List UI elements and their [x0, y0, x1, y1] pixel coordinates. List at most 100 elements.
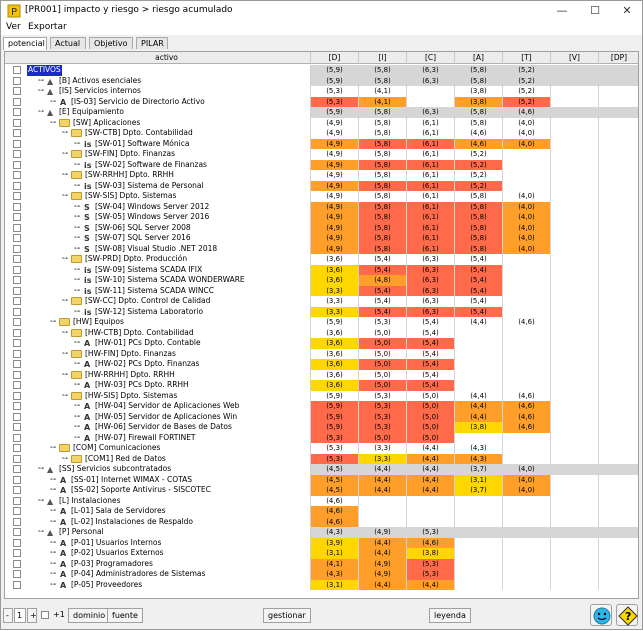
tree-cell[interactable]: ⊶ [SW-PRD] Dpto. Producción	[23, 254, 311, 265]
tree-cell[interactable]: ⊶ A [HW-01] PCs Dpto. Contable	[23, 338, 311, 349]
gestionar-button[interactable]: gestionar	[263, 608, 311, 623]
tree-cell[interactable]: ⊶ ▲ [P] Personal	[23, 527, 311, 538]
table-row[interactable]: ⊶ A [HW-02] PCs Dpto. Finanzas (3,6) (5,0) (5…	[5, 359, 638, 370]
tree-cell[interactable]: ⊶ [HW] Equipos	[23, 317, 311, 328]
row-checkbox[interactable]	[13, 276, 21, 284]
tree-cell[interactable]: ⊶ A [L-01] Sala de Servidores	[23, 506, 311, 517]
tree-connector-icon[interactable]: ⊶	[50, 98, 56, 105]
tree-item-label[interactable]: [SS-02] Soporte Antivirus - SISCOTEC	[71, 485, 211, 496]
tree-connector-icon[interactable]: ⊶	[74, 403, 80, 409]
tree-cell[interactable]: ⊶ is [SW-02] Software de Finanzas	[23, 159, 311, 170]
row-checkbox[interactable]	[13, 570, 21, 578]
table-row[interactable]: ⊶ [HW-CTB] Dpto. Contabilidad (3,6) (5,0) (5…	[5, 327, 638, 338]
table-row[interactable]: ⊶ [SW-FIN] Dpto. Finanzas (4,9) (5,8) (6,1)(…	[5, 149, 638, 160]
tree-connector-icon[interactable]: ⊶	[50, 319, 56, 325]
tree-item-label[interactable]: [SW] Aplicaciones	[73, 118, 140, 129]
table-row[interactable]: ⊶ is [SW-11] Sistema SCADA WINCC (3,3) (5,4)…	[5, 285, 638, 296]
tree-connector-icon[interactable]: ⊶	[74, 277, 80, 283]
table-row[interactable]: ⊶ is [SW-01] Software Mónica (4,9) (5,8) (6,1…	[5, 138, 638, 149]
tree-connector-icon[interactable]: ⊶	[50, 560, 56, 567]
tree-item-label[interactable]: [SW-RRHH] Dpto. RRHH	[85, 170, 174, 181]
tree-item-label[interactable]: [SW-04] Windows Server 2012	[95, 202, 209, 213]
tree-cell[interactable]: ⊶ is [SW-12] Sistema Laboratorio	[23, 306, 311, 317]
tree-item-label[interactable]: [HW-05] Servidor de Aplicaciones Win	[95, 412, 237, 423]
tree-item-label[interactable]: [IS] Servicios internos	[59, 86, 141, 97]
dominio-button[interactable]: dominio	[68, 608, 111, 623]
row-checkbox[interactable]	[13, 391, 21, 400]
close-button[interactable]: ✕	[611, 1, 643, 21]
tree-item-label[interactable]: [HW-04] Servidor de Aplicaciones Web	[95, 401, 239, 412]
tree-cell[interactable]: ⊶ A [HW-04] Servidor de Aplicaciones Web	[23, 401, 311, 412]
tree-connector-icon[interactable]: ⊶	[62, 172, 68, 178]
table-row[interactable]: ⊶ is [SW-03] Sistema de Personal (4,9) (5,8)…	[5, 180, 638, 192]
tree-connector-icon[interactable]: ⊶	[50, 476, 56, 483]
tree-connector-icon[interactable]: ⊶	[62, 256, 68, 262]
tree-item-label[interactable]: [SW-03] Sistema de Personal	[95, 181, 204, 192]
tree-item-label[interactable]: [P-04] Administradores de Sistemas	[71, 569, 205, 580]
tab-potencial[interactable]: potencial	[3, 37, 47, 50]
table-row[interactable]: ⊶ [SW] Aplicaciones (4,9) (5,8) (6,1) (5,8) (4…	[5, 117, 638, 129]
table-row[interactable]: ⊶ A [HW-01] PCs Dpto. Contable (3,6) (5,0) (5…	[5, 338, 638, 349]
tree-connector-icon[interactable]: ⊶	[74, 224, 80, 231]
table-row[interactable]: ⊶ [SW-CC] Dpto. Control de Calidad (3,3) (5…	[5, 296, 638, 307]
column-header-i[interactable]: [I]	[359, 52, 407, 64]
help-warning-button[interactable]: ?	[616, 604, 638, 626]
tree-connector-icon[interactable]: ⊶	[38, 77, 44, 84]
tree-item-label[interactable]: [L-02] Instalaciones de Respaldo	[71, 517, 193, 528]
tree-cell[interactable]: ⊶ A [HW-02] PCs Dpto. Finanzas	[23, 359, 311, 370]
row-checkbox[interactable]	[13, 118, 21, 127]
tree-item-label[interactable]: [SW-08] Visual Studio .NET 2018	[95, 244, 217, 255]
row-checkbox[interactable]	[13, 286, 21, 295]
tree-item-label[interactable]: [SW-CC] Dpto. Control de Calidad	[85, 296, 210, 307]
row-checkbox[interactable]	[13, 538, 21, 547]
table-row[interactable]: ⊶ [SW-CTB] Dpto. Contabilidad (4,9) (5,8) (6…	[5, 128, 638, 139]
row-checkbox[interactable]	[13, 265, 21, 274]
tree-item-label[interactable]: [COM1] Red de Datos	[85, 454, 166, 465]
row-checkbox[interactable]	[13, 66, 21, 74]
tree-connector-icon[interactable]: ⊶	[74, 424, 80, 430]
tree-item-label[interactable]: [HW-02] PCs Dpto. Finanzas	[95, 359, 199, 370]
tree-connector-icon[interactable]: ⊶	[38, 497, 44, 504]
tree-cell[interactable]: ⊶ S [SW-06] SQL Server 2008	[23, 222, 311, 233]
table-row[interactable]: ⊶ [SW-PRD] Dpto. Producción (3,6) (5,4) (6,3…	[5, 254, 638, 265]
row-checkbox[interactable]	[13, 234, 21, 242]
tree-connector-icon[interactable]: ⊶	[62, 151, 68, 157]
row-checkbox[interactable]	[13, 486, 21, 494]
tree-connector-icon[interactable]: ⊶	[74, 287, 80, 294]
tree-connector-icon[interactable]: ⊶	[50, 571, 56, 577]
table-row[interactable]: ⊶ [HW-SIS] Dpto. Sistemas (5,9) (5,3) (5,0)(…	[5, 390, 638, 402]
row-checkbox[interactable]	[13, 507, 21, 515]
table-row[interactable]: ⊶ A [P-05] Proveedores (3,1) (4,4) (4,4)	[5, 579, 638, 590]
tree-item-label[interactable]: [P-03] Programadores	[71, 559, 153, 570]
table-row[interactable]: ⊶ A [IS-03] Servicio de Directorio Activo (…	[5, 96, 638, 107]
row-checkbox[interactable]	[13, 444, 21, 452]
tree-connector-icon[interactable]: ⊶	[74, 308, 80, 315]
tree-cell[interactable]: ⊶ A [L-02] Instalaciones de Respaldo	[23, 516, 311, 528]
row-checkbox[interactable]	[13, 297, 21, 305]
level-input[interactable]: 1	[14, 608, 26, 623]
table-row[interactable]: ⊶ ▲ [P] Personal (4,3) (4,9) (5,3)	[5, 527, 638, 538]
tree-cell[interactable]: ⊶ [COM1] Red de Datos	[23, 453, 311, 465]
tree-cell[interactable]: ⊶ A [HW-06] Servidor de Bases de Datos	[23, 422, 311, 433]
row-checkbox[interactable]	[13, 465, 21, 473]
tree-connector-icon[interactable]: ⊶	[62, 130, 68, 136]
tree-item-label[interactable]: [HW] Equipos	[73, 317, 124, 328]
tree-cell[interactable]: ⊶ A [HW-03] PCs Dpto. RRHH	[23, 380, 311, 391]
table-row[interactable]: ⊶ A [P-02] Usuarios Externos (3,1) (4,4) (3,8…	[5, 548, 638, 559]
column-header-v[interactable]: [V]	[551, 52, 599, 64]
tree-connector-icon[interactable]: ⊶	[74, 361, 80, 367]
table-row[interactable]: ⊶ S [SW-08] Visual Studio .NET 2018 (4,9) (5…	[5, 243, 638, 255]
table-row[interactable]: ⊶ [SW-SIS] Dpto. Sistemas (4,9) (5,8) (6,1)(…	[5, 191, 638, 202]
tree-connector-icon[interactable]: ⊶	[74, 235, 80, 241]
tree-item-label[interactable]: [HW-07] Firewall FORTINET	[95, 433, 196, 444]
tree-cell[interactable]: ⊶ is [SW-03] Sistema de Personal	[23, 180, 311, 192]
row-checkbox[interactable]	[13, 192, 21, 200]
row-checkbox[interactable]	[13, 171, 21, 179]
minimize-button[interactable]: —	[546, 1, 578, 21]
tree-item-label[interactable]: [SW-SIS] Dpto. Sistemas	[85, 191, 176, 202]
tree-item-label[interactable]: [SW-07] SQL Server 2016	[95, 233, 191, 244]
tree-item-label[interactable]: [HW-SIS] Dpto. Sistemas	[85, 391, 177, 402]
column-header-a[interactable]: [A]	[455, 52, 503, 64]
tree-connector-icon[interactable]: ⊶	[50, 508, 56, 514]
tree-item-label[interactable]: [COM] Comunicaciones	[73, 443, 160, 454]
